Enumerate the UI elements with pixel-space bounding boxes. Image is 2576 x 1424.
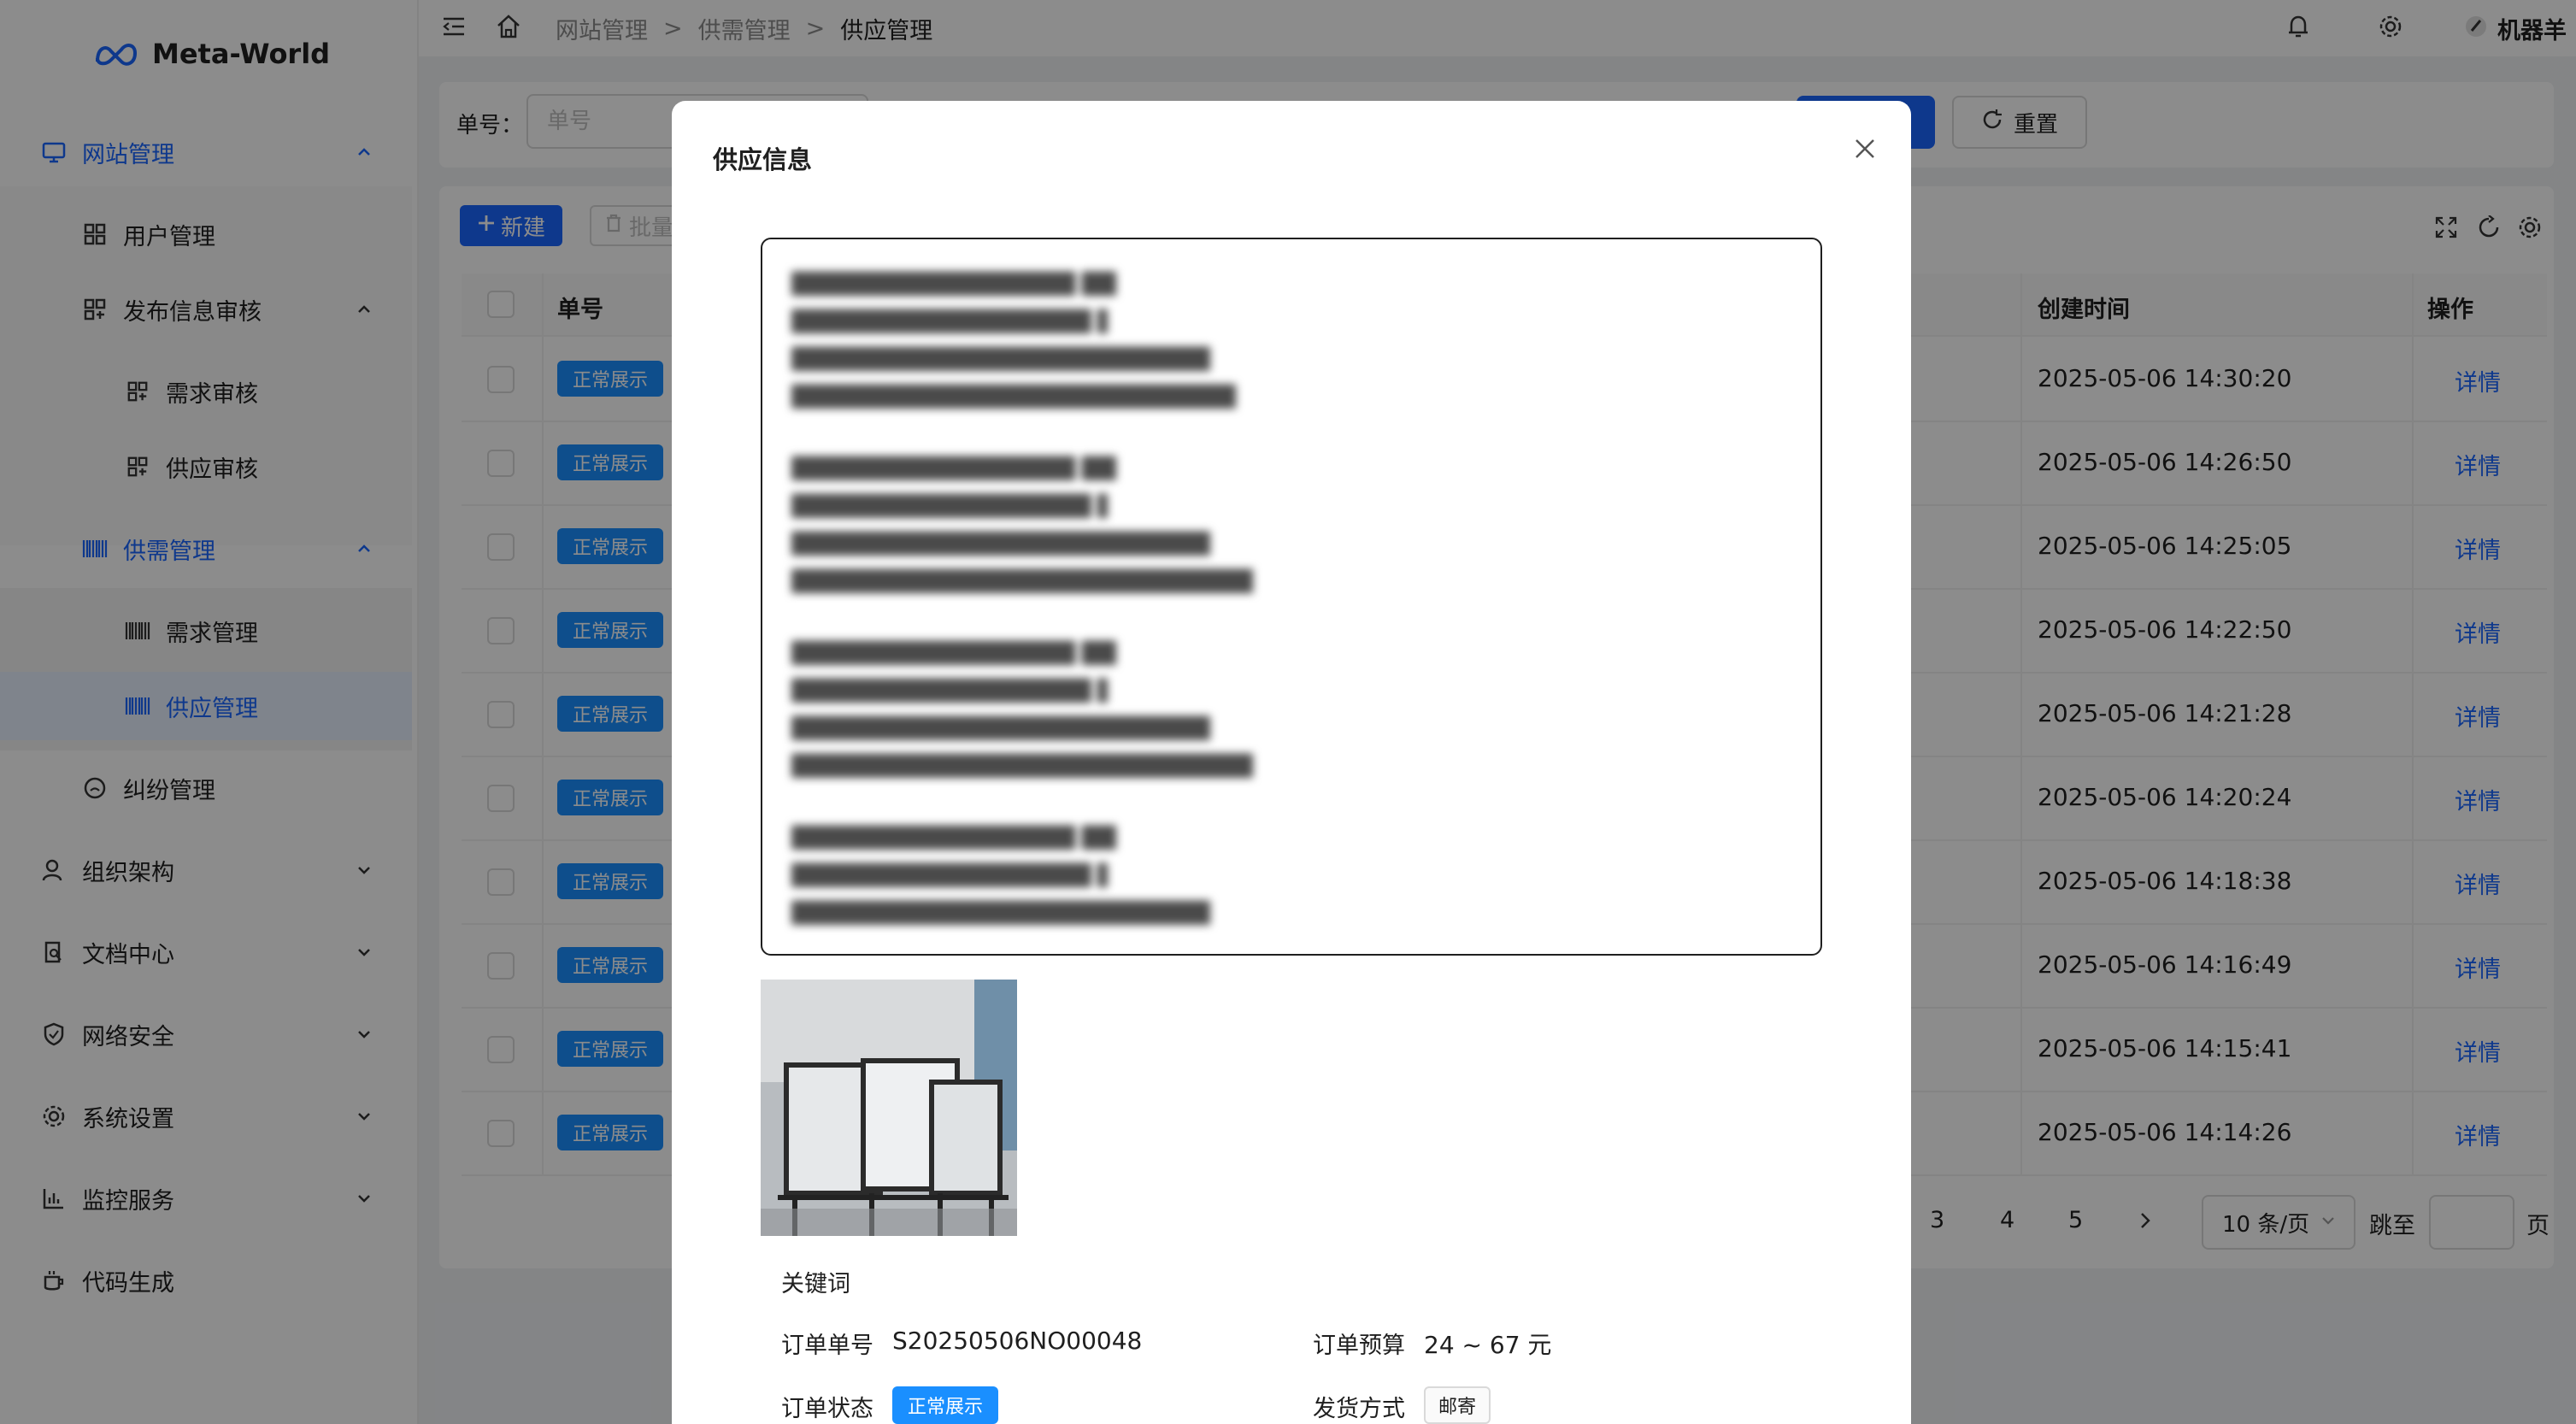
- shipping-tag: 邮寄: [1424, 1386, 1491, 1424]
- order-no-value: S20250506NO00048: [892, 1327, 1143, 1355]
- blurred-description: ██████████████████ ██ ██████████ ████████…: [791, 272, 1236, 409]
- blurred-description: ██████████████████ ██ ██████████ ████████…: [791, 641, 1253, 778]
- order-status-label: 订单状态: [781, 1396, 873, 1422]
- modal-title: 供应信息: [713, 145, 813, 174]
- order-no-label: 订单单号: [781, 1333, 873, 1359]
- product-image[interactable]: [761, 980, 1017, 1236]
- keywords-label: 关键词: [781, 1271, 850, 1297]
- budget-label: 订单预算: [1313, 1333, 1405, 1359]
- blurred-description: ██████████████████ ██ ██████████ ████████…: [791, 826, 1210, 925]
- supply-info-modal: 供应信息 ██████████████████ ██ ██████████ ███…: [672, 101, 1911, 1424]
- budget-value: 24 ~ 67 元: [1424, 1331, 1552, 1359]
- blurred-description: ██████████████████ ██ ██████████ ████████…: [791, 456, 1253, 593]
- description-box[interactable]: ██████████████████ ██ ██████████ ████████…: [761, 238, 1822, 956]
- close-icon[interactable]: [1850, 133, 1880, 164]
- shipping-label: 发货方式: [1313, 1396, 1405, 1422]
- order-status-badge: 正常展示: [892, 1386, 998, 1424]
